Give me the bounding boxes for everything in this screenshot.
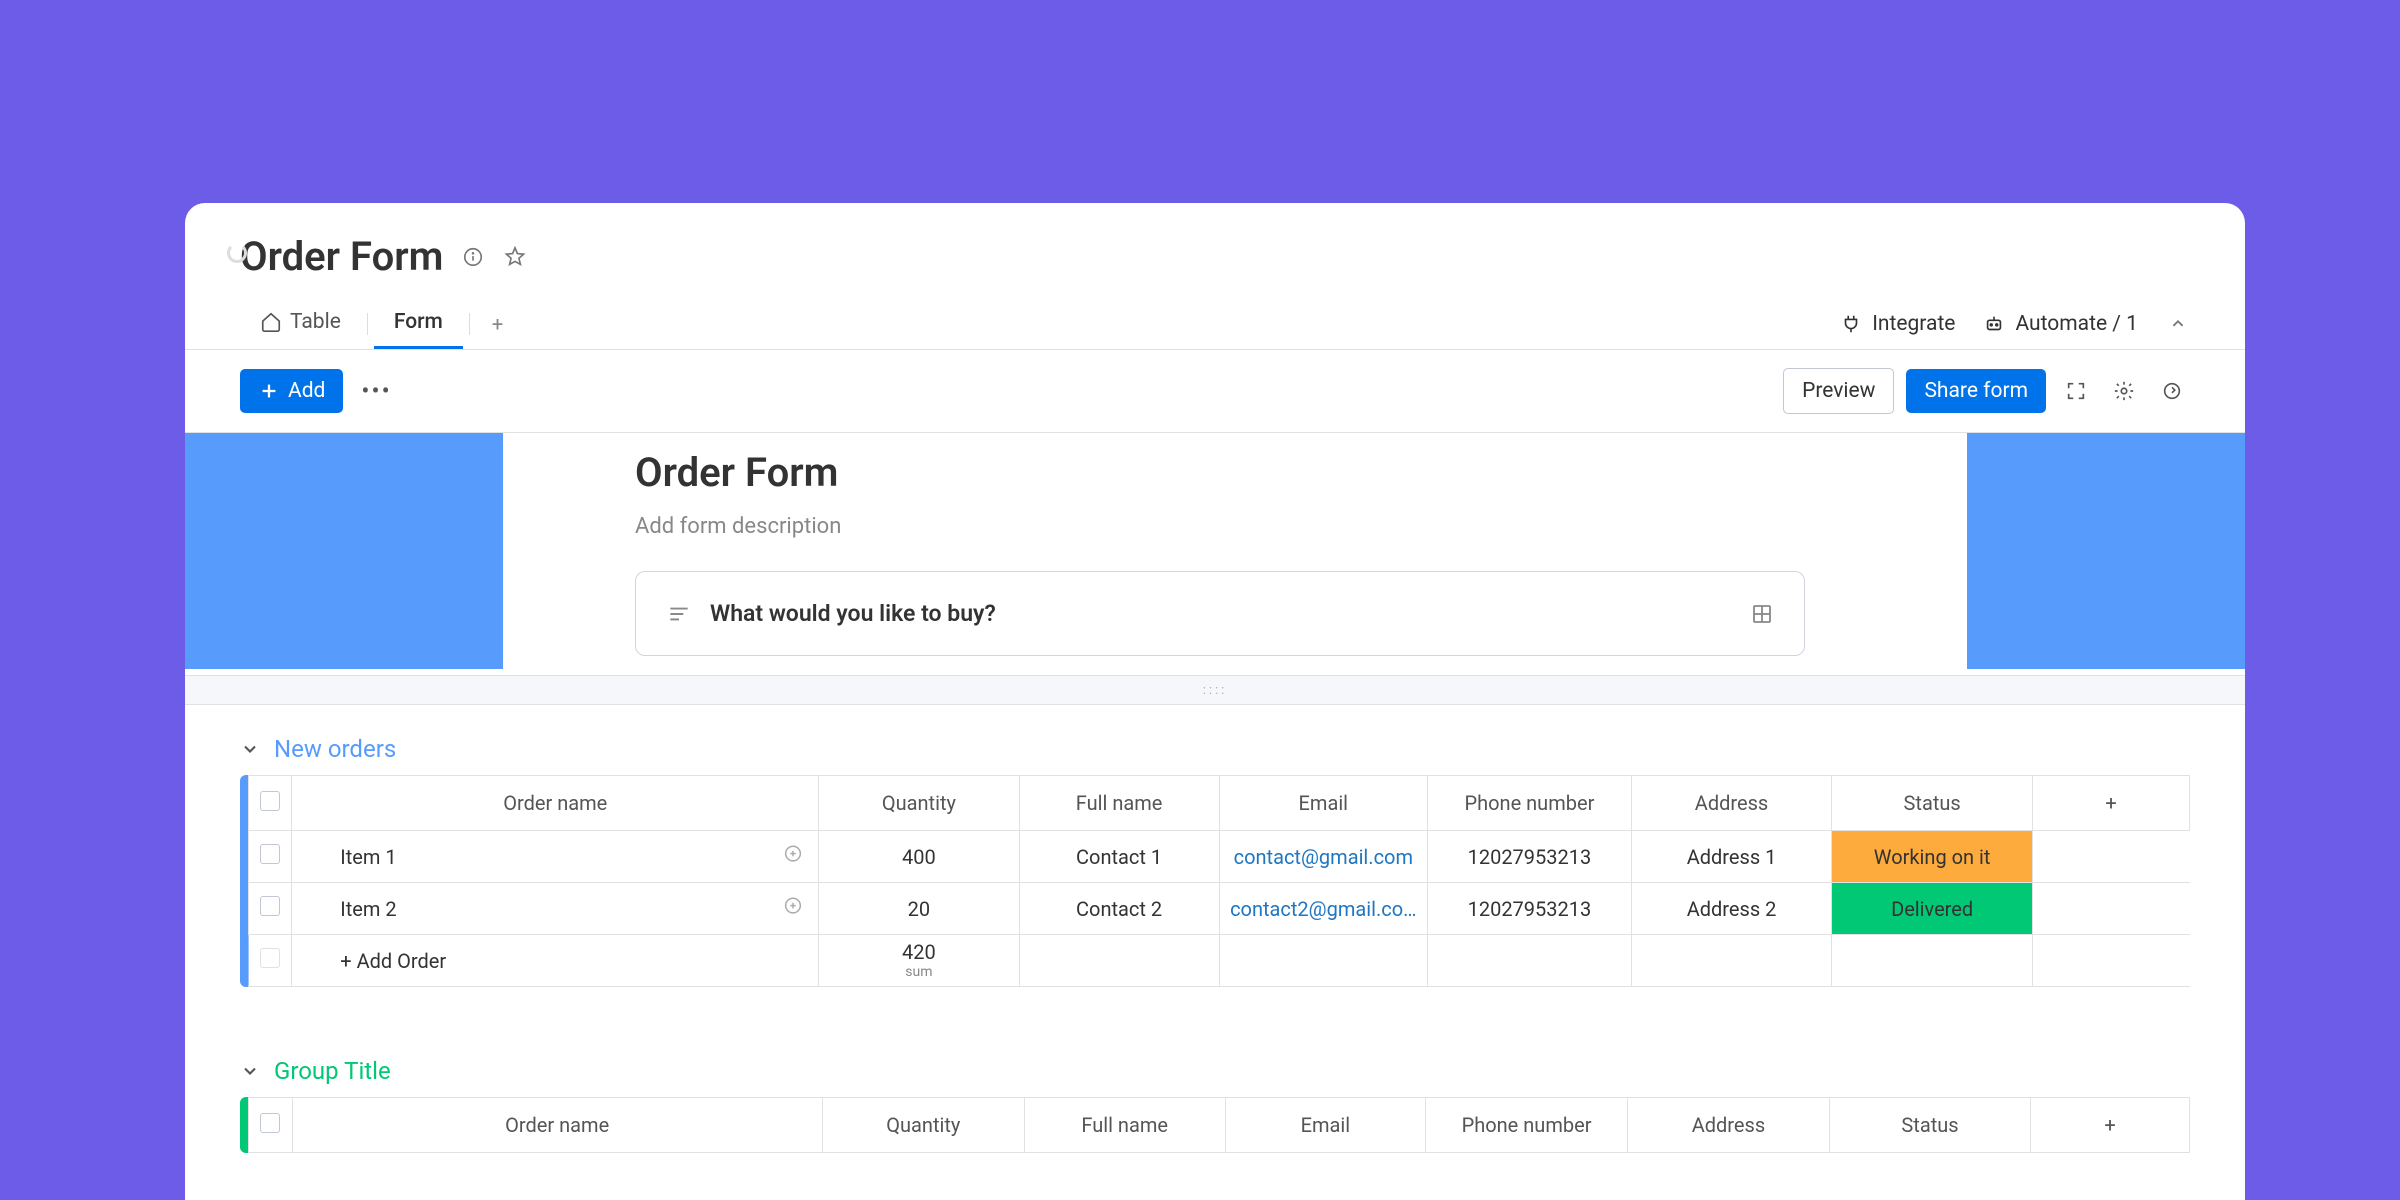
form-builder-area: Order Form Add form description What wou… xyxy=(185,432,2245,675)
col-quantity[interactable]: Quantity xyxy=(819,776,1019,831)
app-window: Order Form Table Form + Integrate Automa… xyxy=(185,203,2245,1200)
star-icon[interactable] xyxy=(503,245,527,269)
chevron-down-icon[interactable] xyxy=(240,1061,260,1081)
more-options-button[interactable]: ••• xyxy=(361,377,391,405)
chat-icon[interactable] xyxy=(782,843,804,870)
tab-form[interactable]: Form xyxy=(374,298,463,349)
col-phone[interactable]: Phone number xyxy=(1426,1098,1628,1153)
select-all-checkbox[interactable] xyxy=(249,1098,293,1153)
col-email[interactable]: Email xyxy=(1219,776,1427,831)
sum-cell: 420 sum xyxy=(819,935,1019,987)
plus-icon xyxy=(258,380,280,402)
resize-handle[interactable]: :::: xyxy=(185,675,2245,705)
chat-icon[interactable] xyxy=(782,895,804,922)
grid-icon[interactable] xyxy=(1750,602,1774,626)
group-title-section: Group Title Order name Quantity Full nam… xyxy=(185,1027,2245,1153)
home-icon xyxy=(260,311,282,333)
cell-empty xyxy=(2033,831,2190,883)
cell-name[interactable]: Item 1 xyxy=(292,831,819,883)
form-banner-right xyxy=(1967,433,2245,669)
cell-full-name[interactable]: Contact 1 xyxy=(1019,831,1219,883)
cell-empty xyxy=(2033,883,2190,935)
cell-phone[interactable]: 12027953213 xyxy=(1427,883,1631,935)
text-icon xyxy=(666,601,692,627)
board-header: Order Form xyxy=(185,203,2245,280)
col-phone[interactable]: Phone number xyxy=(1427,776,1631,831)
gear-icon[interactable] xyxy=(2106,373,2142,409)
cell-status[interactable]: Working on it xyxy=(1832,831,2033,883)
add-view-button[interactable]: + xyxy=(476,300,519,348)
table-row[interactable]: Item 1 400 Contact 1 contact@gmail.com 1… xyxy=(249,831,2190,883)
view-tabs: Table Form + Integrate Automate / 1 xyxy=(185,298,2245,350)
toolbar: Add ••• Preview Share form xyxy=(185,350,2245,432)
orders-table: Order name Quantity Full name Email Phon… xyxy=(248,775,2190,987)
group-color-bar xyxy=(240,775,248,987)
cell-quantity[interactable]: 20 xyxy=(819,883,1019,935)
cell-phone[interactable]: 12027953213 xyxy=(1427,831,1631,883)
tab-divider xyxy=(469,313,470,335)
form-question[interactable]: What would you like to buy? xyxy=(635,571,1805,656)
share-form-button[interactable]: Share form xyxy=(1906,369,2046,413)
cell-status[interactable]: Delivered xyxy=(1832,883,2033,935)
loading-spinner xyxy=(227,243,247,263)
col-address[interactable]: Address xyxy=(1627,1098,1829,1153)
refresh-icon[interactable] xyxy=(2154,373,2190,409)
col-status[interactable]: Status xyxy=(1832,776,2033,831)
cell-full-name[interactable]: Contact 2 xyxy=(1019,883,1219,935)
add-column-button[interactable]: + xyxy=(2031,1098,2190,1153)
cell-email[interactable]: contact@gmail.com xyxy=(1219,831,1427,883)
chevron-down-icon[interactable] xyxy=(240,739,260,759)
tab-table[interactable]: Table xyxy=(240,298,361,349)
form-title[interactable]: Order Form xyxy=(635,449,1805,496)
automate-button[interactable]: Automate / 1 xyxy=(1983,312,2138,336)
cell-address[interactable]: Address 1 xyxy=(1631,831,1831,883)
expand-icon[interactable] xyxy=(2058,373,2094,409)
board-title[interactable]: Order Form xyxy=(240,233,443,280)
add-column-button[interactable]: + xyxy=(2033,776,2190,831)
col-status[interactable]: Status xyxy=(1829,1098,2030,1153)
cell-name[interactable]: Item 2 xyxy=(292,883,819,935)
group-color-bar xyxy=(240,1097,248,1153)
table-row[interactable]: Item 2 20 Contact 2 contact2@gmail.co… 1… xyxy=(249,883,2190,935)
cell-email[interactable]: contact2@gmail.co… xyxy=(1219,883,1427,935)
add-row: + Add Order 420 sum xyxy=(249,935,2190,987)
col-full-name[interactable]: Full name xyxy=(1024,1098,1225,1153)
robot-icon xyxy=(1983,313,2005,335)
group-table: Order name Quantity Full name Email Phon… xyxy=(248,1097,2190,1153)
plug-icon xyxy=(1840,313,1862,335)
col-order-name[interactable]: Order name xyxy=(292,1098,822,1153)
table-header-row: Order name Quantity Full name Email Phon… xyxy=(249,776,2190,831)
collapse-icon[interactable] xyxy=(2166,312,2190,336)
select-all-checkbox[interactable] xyxy=(249,776,292,831)
preview-button[interactable]: Preview xyxy=(1783,368,1894,414)
group-title[interactable]: New orders xyxy=(274,735,396,763)
col-order-name[interactable]: Order name xyxy=(292,776,819,831)
col-address[interactable]: Address xyxy=(1631,776,1831,831)
cell-quantity[interactable]: 400 xyxy=(819,831,1019,883)
col-quantity[interactable]: Quantity xyxy=(822,1098,1024,1153)
add-order-button[interactable]: + Add Order xyxy=(292,935,819,987)
row-checkbox[interactable] xyxy=(249,935,292,987)
form-description[interactable]: Add form description xyxy=(635,514,1805,539)
cell-address[interactable]: Address 2 xyxy=(1631,883,1831,935)
col-full-name[interactable]: Full name xyxy=(1019,776,1219,831)
group-title[interactable]: Group Title xyxy=(274,1057,391,1085)
integrate-button[interactable]: Integrate xyxy=(1840,312,1955,336)
form-banner-left xyxy=(185,433,503,669)
row-checkbox[interactable] xyxy=(249,883,292,935)
info-icon[interactable] xyxy=(461,245,485,269)
table-header-row: Order name Quantity Full name Email Phon… xyxy=(249,1098,2190,1153)
add-button[interactable]: Add xyxy=(240,369,343,413)
row-checkbox[interactable] xyxy=(249,831,292,883)
tab-divider xyxy=(367,313,368,335)
group-new-orders: New orders Order name Quantity Full name… xyxy=(185,705,2245,987)
col-email[interactable]: Email xyxy=(1225,1098,1426,1153)
